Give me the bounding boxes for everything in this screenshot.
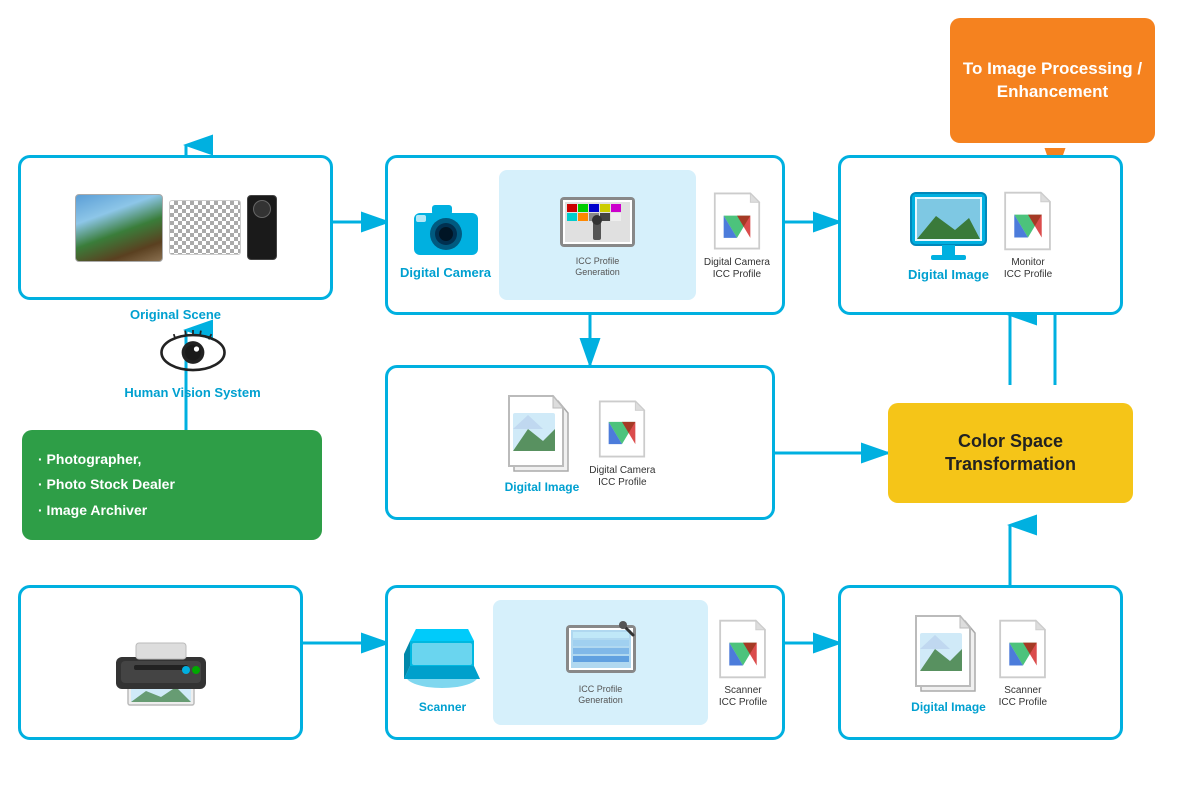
original-scene-label: Original Scene [18,307,333,322]
camera-icc-mid-label: Digital CameraICC Profile [589,465,655,489]
camera-icc-doc-icon [710,189,764,253]
main-diagram: To Image Processing / Enhancement Origin… [0,0,1200,792]
digital-image-mid-doc: Digital Image [505,391,580,494]
monitor-icc-profile-doc: MonitorICC Profile [1001,189,1055,281]
scanner-icc-doc: ScannerICC Profile [716,617,770,709]
scanner-section: Scanner ICC ProfileGeneration [385,585,785,740]
calibrator-device-icon [555,192,640,252]
icc-gen-top-label: ICC ProfileGeneration [575,256,620,278]
color-chart [169,200,241,255]
color-space-box: Color Space Transformation [888,403,1133,503]
digital-image-bot-doc: Digital Image [911,611,986,714]
light-meter [247,195,277,260]
to-image-label: To Image Processing / Enhancement [962,58,1143,102]
color-space-label: Color Space Transformation [902,430,1119,477]
scanner-icc2-label: ScannerICC Profile [999,685,1047,709]
photographer-line2: · Photo Stock Dealer [38,472,175,497]
monitor-icc-label: MonitorICC Profile [1004,257,1052,281]
digital-image-bot-label: Digital Image [911,700,986,714]
digital-image-top-label: Digital Image [908,267,989,282]
digital-image-mid-icon [506,391,578,476]
digital-camera-section: Digital Camera [385,155,785,315]
camera-icc-profile-doc: Digital CameraICC Profile [704,189,770,281]
digital-image-bot-icon [913,611,985,696]
digital-camera-label: Digital Camera [400,265,491,280]
printer-box [18,585,303,740]
tablet-device-icon [561,620,641,680]
monitor-svg-icon [906,188,991,263]
icc-gen-bottom-box: ICC ProfileGeneration [493,600,708,725]
original-photo [75,194,163,262]
human-vision-label: Human Vision System [124,385,260,400]
digital-image-top-box: Digital Image MonitorICC Profile [838,155,1123,315]
camera-svg-icon [406,191,486,261]
camera-icc-mid-icon [595,397,649,461]
monitor-icc-doc-icon [1001,189,1055,253]
digital-image-bot-box: Digital Image ScannerICC Profile [838,585,1123,740]
scanner-label: Scanner [419,700,466,714]
to-image-processing-box: To Image Processing / Enhancement [950,18,1155,143]
printer-svg-icon [106,615,216,710]
digital-image-mid-label: Digital Image [505,480,580,494]
scanner-icc-label: ScannerICC Profile [719,685,767,709]
eye-icon [158,330,228,375]
original-scene-box [18,155,333,300]
photographer-box: · Photographer, · Photo Stock Dealer · I… [22,430,322,540]
scanner-icc-doc-icon [716,617,770,681]
digital-image-mid-box: Digital Image Digital CameraICC Profile [385,365,775,520]
scanner-icc2-doc-icon [996,617,1050,681]
photographer-line3: · Image Archiver [38,498,147,523]
camera-icc-label: Digital CameraICC Profile [704,257,770,281]
icc-gen-bottom-label: ICC ProfileGeneration [578,684,623,706]
camera-icon-area: Digital Camera [400,191,491,280]
photographer-line1: · Photographer, [38,447,141,472]
scanner-area: Scanner [400,611,485,714]
icc-gen-top-box: ICC ProfileGeneration [499,170,696,300]
scanner-icc2-doc: ScannerICC Profile [996,617,1050,709]
monitor-area: Digital Image [906,188,991,282]
scanner-svg-icon [400,611,485,696]
human-vision-area: Human Vision System [120,330,265,400]
camera-icc-mid-doc: Digital CameraICC Profile [589,397,655,489]
